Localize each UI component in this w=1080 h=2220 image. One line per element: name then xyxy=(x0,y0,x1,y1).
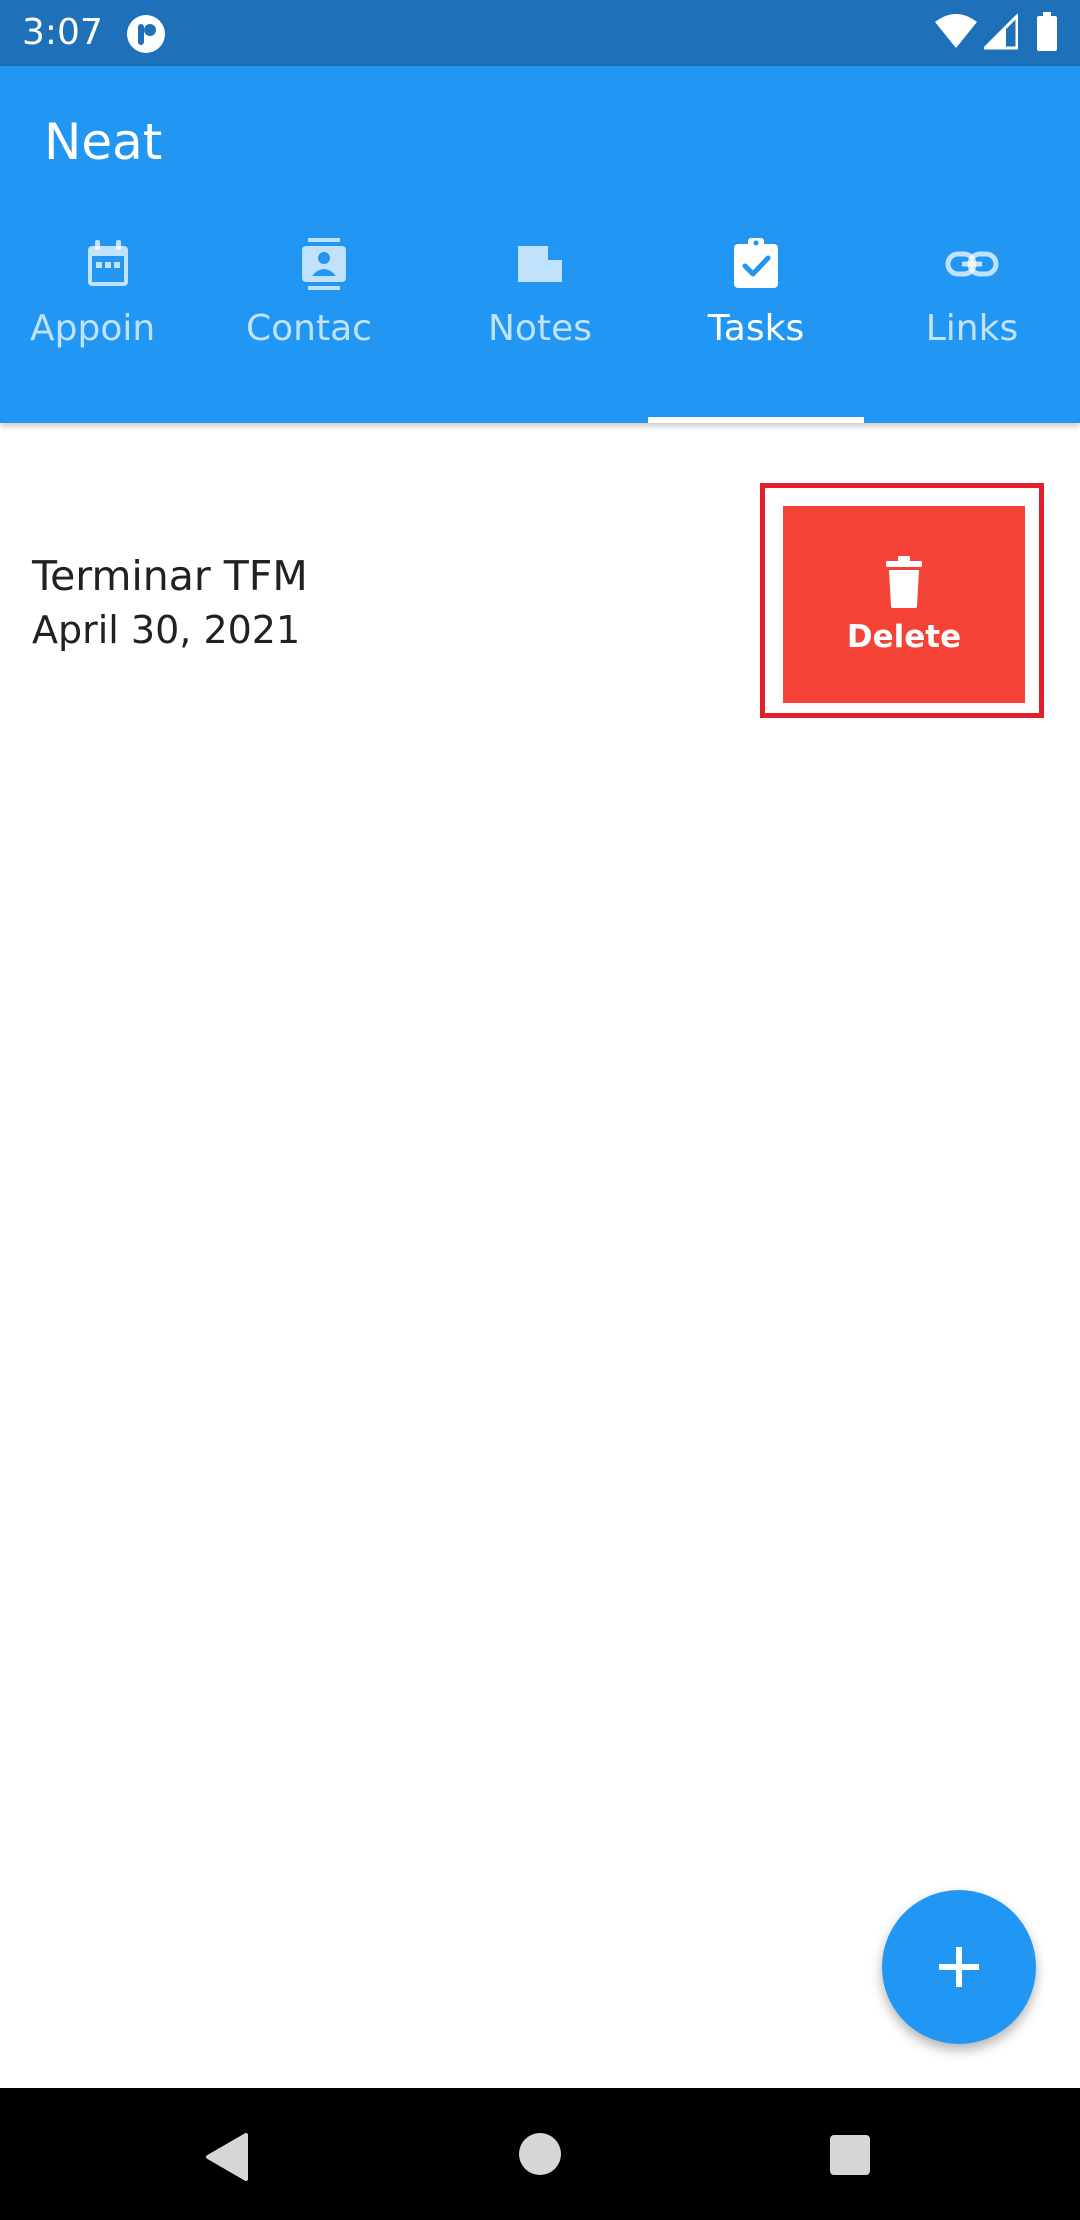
task-date: April 30, 2021 xyxy=(32,608,301,652)
calendar-icon xyxy=(88,240,128,286)
contacts-icon xyxy=(302,238,346,290)
home-icon[interactable] xyxy=(518,2132,562,2176)
tab-label: Appoin xyxy=(30,308,156,349)
recents-icon[interactable] xyxy=(829,2134,871,2176)
signal-icon xyxy=(984,14,1018,50)
delete-button[interactable]: Delete xyxy=(783,506,1025,703)
note-icon xyxy=(518,246,562,282)
notification-app-icon xyxy=(127,15,165,53)
selected-tab-indicator xyxy=(648,417,864,423)
clipboard-check-icon xyxy=(734,238,778,288)
tab-label: Notes xyxy=(488,308,592,349)
tab-notes[interactable]: Notes xyxy=(432,236,648,423)
app-title: Neat xyxy=(44,113,163,171)
battery-icon xyxy=(1037,12,1057,51)
add-task-button[interactable] xyxy=(882,1890,1036,2044)
tab-label: Links xyxy=(925,308,1019,349)
system-nav-bar xyxy=(0,2088,1080,2220)
trash-icon xyxy=(886,556,922,608)
tab-tasks[interactable]: Tasks xyxy=(648,236,864,423)
tab-contacts[interactable]: Contac xyxy=(216,236,432,423)
back-icon[interactable] xyxy=(202,2132,250,2182)
wifi-icon xyxy=(935,14,977,48)
delete-label: Delete xyxy=(846,619,962,655)
tab-label: Contac xyxy=(246,308,372,349)
task-title: Terminar TFM xyxy=(32,552,308,600)
status-time: 3:07 xyxy=(22,12,103,53)
app-bar: Neat Appoin Contac Notes Tasks Links xyxy=(0,66,1080,423)
link-icon xyxy=(945,251,999,277)
tab-links[interactable]: Links xyxy=(864,236,1080,423)
plus-icon xyxy=(939,1947,979,1987)
tab-label: Tasks xyxy=(707,308,805,349)
tab-appointments[interactable]: Appoin xyxy=(0,236,216,423)
status-bar: 3:07 xyxy=(0,0,1080,66)
